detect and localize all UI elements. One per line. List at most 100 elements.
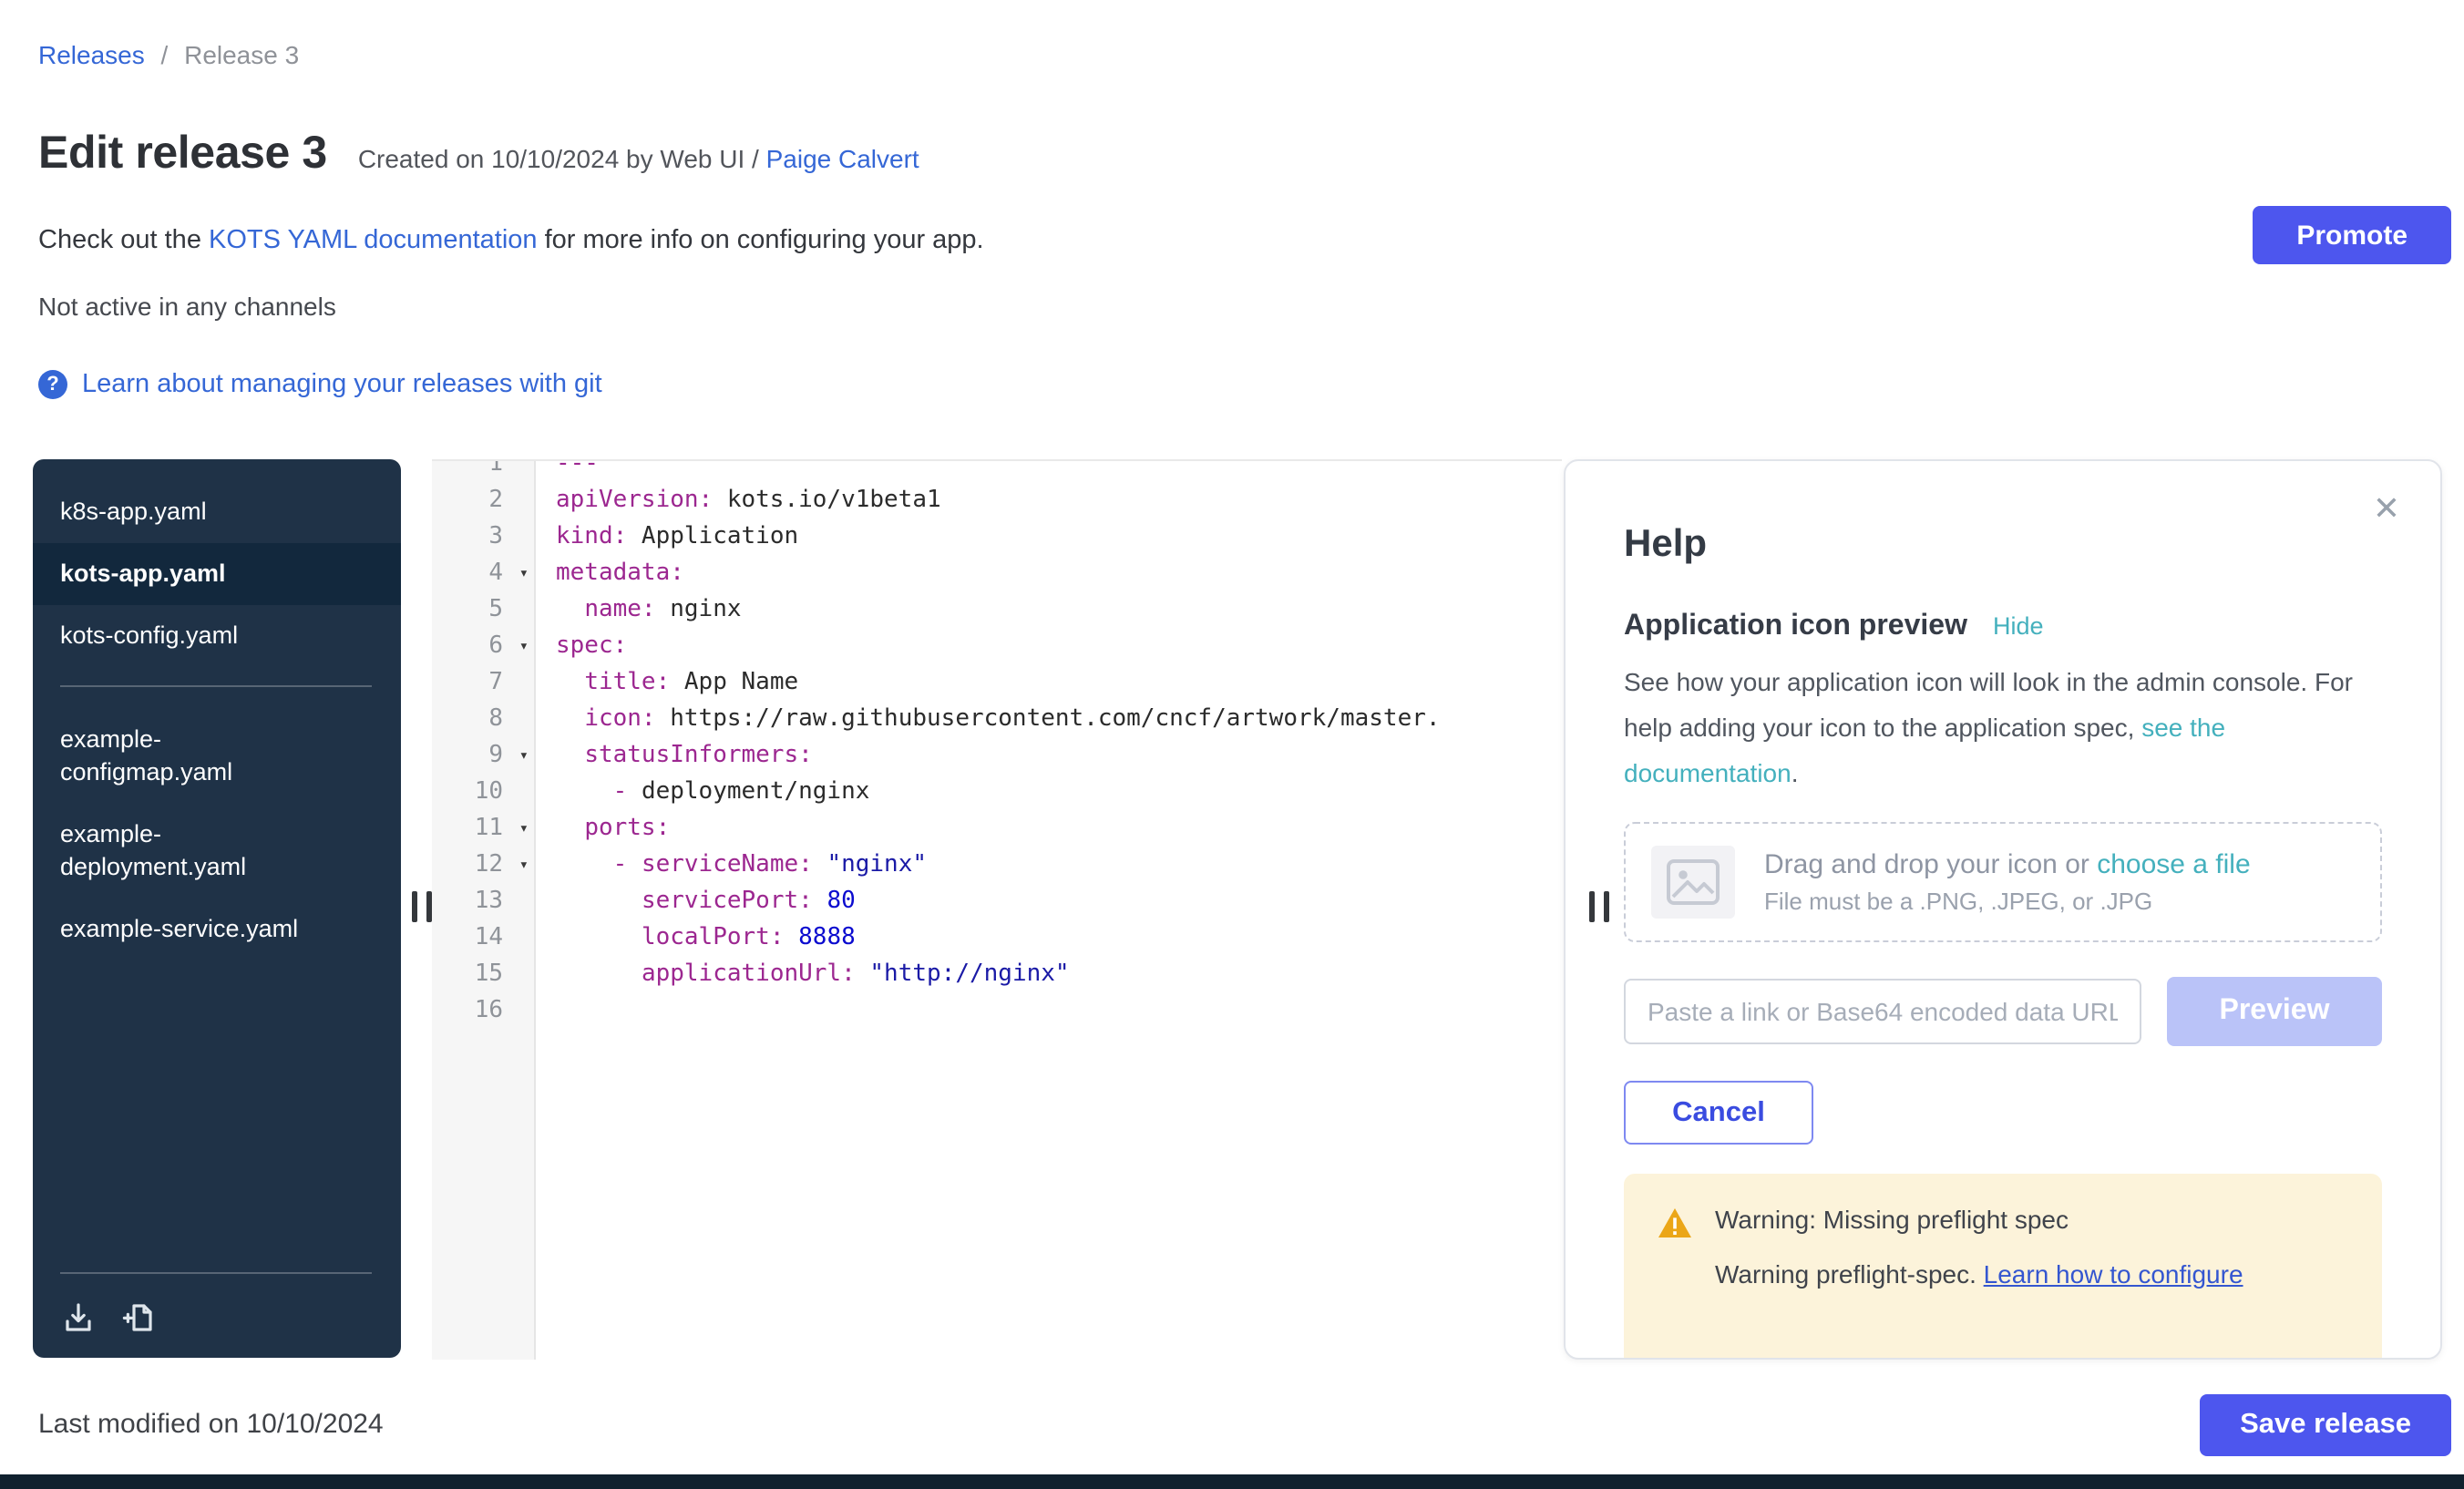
help-panel-title: Help	[1624, 523, 2382, 567]
cancel-button[interactable]: Cancel	[1624, 1081, 1813, 1145]
editor-code[interactable]: ---apiVersion: kots.io/v1beta1kind: Appl…	[536, 459, 1562, 1360]
save-release-button[interactable]: Save release	[2200, 1394, 2451, 1456]
code-token	[556, 924, 642, 951]
code-token: name:	[584, 596, 655, 623]
author-link[interactable]: Paige Calvert	[766, 144, 919, 173]
icon-preview-description: See how your application icon will look …	[1624, 660, 2382, 796]
gutter-line-number: 9▾	[432, 738, 534, 775]
code-token: serviceName:	[642, 851, 813, 878]
code-line[interactable]: - serviceName: "nginx"	[556, 847, 1562, 884]
app-root: Releases / Release 3 Edit release 3 Crea…	[0, 0, 2464, 1489]
code-token: title:	[584, 669, 670, 696]
code-token	[556, 742, 584, 769]
code-token: ports:	[584, 815, 670, 842]
gutter-line-number: 15	[432, 957, 534, 993]
code-line[interactable]: ports:	[556, 811, 1562, 847]
code-token: https://raw.githubusercontent.com/cncf/a…	[656, 705, 1441, 733]
code-token: servicePort:	[642, 888, 813, 915]
created-info: Created on 10/10/2024 by Web UI / Paige …	[358, 144, 919, 173]
sidebar-file-actions	[60, 1299, 159, 1336]
file-tree-item[interactable]: kots-config.yaml	[33, 605, 401, 667]
code-token: localPort:	[642, 924, 785, 951]
code-token	[556, 596, 584, 623]
code-line[interactable]: applicationUrl: "http://nginx"	[556, 957, 1562, 993]
page-header: Edit release 3 Created on 10/10/2024 by …	[38, 128, 919, 180]
code-token	[556, 851, 613, 878]
preflight-configure-link[interactable]: Learn how to configure	[1984, 1259, 2243, 1289]
code-line[interactable]: apiVersion: kots.io/v1beta1	[556, 483, 1562, 519]
warning-title: Warning: Missing preflight spec	[1715, 1205, 2243, 1234]
warning-icon	[1657, 1207, 1693, 1358]
icon-url-input[interactable]	[1624, 979, 2141, 1044]
image-placeholder-icon	[1651, 846, 1735, 919]
file-tree-item[interactable]: example-service.yaml	[33, 899, 401, 960]
dropzone-text: Drag and drop your icon or choose a file…	[1764, 849, 2251, 915]
fold-arrow-icon[interactable]: ▾	[519, 738, 529, 775]
yaml-editor[interactable]: 1234▾56▾789▾1011▾12▾13141516 ---apiVersi…	[432, 459, 1562, 1360]
fold-arrow-icon[interactable]: ▾	[519, 847, 529, 884]
preflight-warning-box: Warning: Missing preflight spec Warning …	[1624, 1174, 2382, 1360]
code-token: -	[613, 851, 642, 878]
gutter-line-number: 13	[432, 884, 534, 920]
description-suffix: .	[1792, 758, 1799, 787]
preview-button[interactable]: Preview	[2167, 977, 2382, 1046]
code-token: applicationUrl:	[642, 960, 856, 988]
code-line[interactable]: servicePort: 80	[556, 884, 1562, 920]
code-token: kots.io/v1beta1	[713, 487, 940, 514]
code-token	[785, 924, 799, 951]
new-file-icon[interactable]	[122, 1299, 159, 1336]
code-token	[813, 888, 827, 915]
git-releases-help-link[interactable]: Learn about managing your releases with …	[82, 370, 602, 399]
icon-preview-header: Application icon preview Hide	[1624, 611, 2382, 643]
gutter-line-number: 5	[432, 592, 534, 629]
gutter-line-number: 1	[432, 459, 534, 483]
code-token: -	[613, 778, 642, 806]
fold-arrow-icon[interactable]: ▾	[519, 629, 529, 665]
doc-prefix: Check out the	[38, 226, 209, 255]
sidebar-resize-handle[interactable]	[412, 891, 432, 922]
kots-yaml-doc-link[interactable]: KOTS YAML documentation	[209, 226, 538, 255]
code-line[interactable]: statusInformers:	[556, 738, 1562, 775]
code-line[interactable]	[556, 993, 1562, 1030]
close-icon[interactable]: ✕	[2373, 490, 2400, 529]
gutter-line-number: 6▾	[432, 629, 534, 665]
fold-arrow-icon[interactable]: ▾	[519, 811, 529, 847]
file-tree-item[interactable]: kots-app.yaml	[33, 543, 401, 605]
code-line[interactable]: icon: https://raw.githubusercontent.com/…	[556, 702, 1562, 738]
code-line[interactable]: title: App Name	[556, 665, 1562, 702]
promote-button[interactable]: Promote	[2253, 206, 2451, 264]
code-line[interactable]: kind: Application	[556, 519, 1562, 556]
code-token	[556, 888, 642, 915]
help-circle-glyph: ?	[46, 374, 58, 395]
code-line[interactable]: localPort: 8888	[556, 920, 1562, 957]
help-panel-resize-handle[interactable]	[1589, 891, 1609, 922]
help-circle-icon: ?	[38, 370, 67, 399]
code-token: statusInformers:	[584, 742, 812, 769]
page-title: Edit release 3	[38, 128, 327, 180]
upload-file-icon[interactable]	[60, 1299, 97, 1336]
choose-file-link[interactable]: choose a file	[2097, 849, 2250, 880]
dropzone-line1-prefix: Drag and drop your icon or	[1764, 849, 2097, 880]
bottom-bar	[0, 1474, 2464, 1489]
file-tree-item[interactable]: example- deployment.yaml	[33, 804, 401, 899]
gutter-line-number: 3	[432, 519, 534, 556]
hide-link[interactable]: Hide	[1993, 612, 2044, 640]
help-panel: ✕ Help Application icon preview Hide See…	[1564, 459, 2442, 1360]
breadcrumb-releases-link[interactable]: Releases	[38, 40, 145, 69]
code-token: spec:	[556, 632, 627, 660]
file-tree-item[interactable]: k8s-app.yaml	[33, 481, 401, 543]
icon-preview-title: Application icon preview	[1624, 611, 1967, 643]
edit-release-page: Releases / Release 3 Edit release 3 Crea…	[0, 0, 2464, 1489]
code-line[interactable]: name: nginx	[556, 592, 1562, 629]
gutter-line-number: 12▾	[432, 847, 534, 884]
file-tree-item[interactable]: example- configmap.yaml	[33, 709, 401, 804]
code-line[interactable]: metadata:	[556, 556, 1562, 592]
icon-dropzone[interactable]: Drag and drop your icon or choose a file…	[1624, 822, 2382, 942]
code-token: 8888	[798, 924, 856, 951]
fold-arrow-icon[interactable]: ▾	[519, 556, 529, 592]
git-help-row: ? Learn about managing your releases wit…	[38, 370, 602, 399]
code-line[interactable]: - deployment/nginx	[556, 775, 1562, 811]
code-line[interactable]: spec:	[556, 629, 1562, 665]
code-line[interactable]: ---	[556, 459, 1562, 483]
file-tree-divider	[60, 685, 372, 687]
